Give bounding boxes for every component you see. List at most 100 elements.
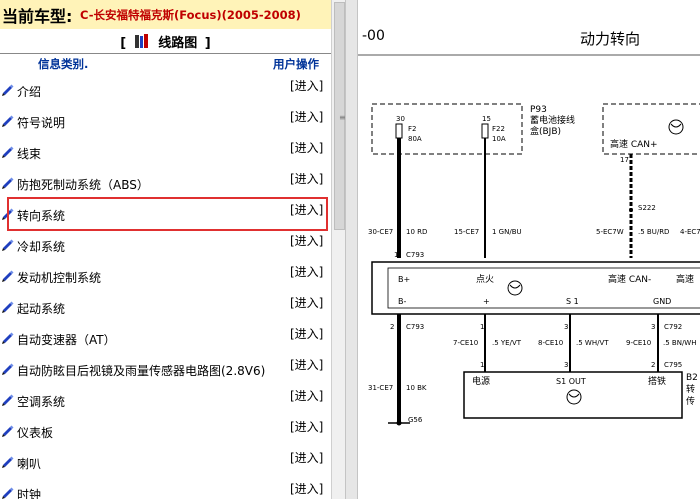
fuse-f2: F2 — [408, 125, 416, 133]
pencil-icon — [2, 487, 14, 499]
wire-10bk: 10 BK — [406, 384, 427, 392]
wiring-book-icon — [134, 34, 148, 48]
label-gnd: GND — [653, 297, 671, 306]
category-label: 符号说明 — [17, 116, 66, 130]
label-s1: S 1 — [566, 297, 579, 306]
category-row[interactable]: 冷却系统 [进入] — [0, 229, 331, 260]
pin-2: 2 — [390, 323, 394, 331]
enter-link[interactable]: [进入] — [290, 108, 323, 125]
section-title-text: 线路图 — [158, 36, 198, 51]
category-scrollbar[interactable]: ≡ — [331, 0, 346, 499]
category-panel: 当前车型: C-长安福特福克斯(Focus)(2005-2008) [ 线路图 … — [0, 0, 331, 499]
enter-link[interactable]: [进入] — [290, 232, 323, 249]
section-title: [ 线路图 ] — [0, 32, 331, 51]
category-row[interactable]: 防抱死制动系统（ABS） [进入] — [0, 167, 331, 198]
b2-line3: 传 — [686, 395, 695, 407]
column-category: 信息类别. — [38, 57, 89, 71]
category-label: 时钟 — [17, 488, 42, 499]
column-headers: 信息类别. 用户操作 — [0, 54, 331, 72]
pin-3c: 3 — [564, 361, 568, 369]
category-label: 自动防眩目后视镜及雨量传感器电路图(2.8V6) — [17, 364, 266, 378]
category-row[interactable]: 喇叭 [进入] — [0, 446, 331, 477]
category-row[interactable]: 符号说明 [进入] — [0, 105, 331, 136]
wire-5whvt: .5 WH/VT — [576, 339, 609, 347]
pin-1c: 1 — [480, 361, 484, 369]
category-label: 防抱死制动系统（ABS） — [17, 178, 149, 192]
label-power: 电源 — [472, 375, 490, 387]
b2-code: B2 — [686, 373, 698, 383]
can-plus-top: 高速 CAN+ — [610, 138, 658, 150]
category-row[interactable]: 起动系统 [进入] — [0, 291, 331, 322]
section-header: [ 线路图 ] — [0, 29, 331, 54]
bracket-left: [ — [120, 36, 127, 51]
scrollbar-thumb[interactable]: ≡ — [334, 2, 346, 230]
wire-4ec7: 4-EC7 — [680, 228, 700, 236]
panel-divider[interactable] — [345, 0, 358, 499]
pin-3: 3 — [564, 323, 568, 331]
enter-link[interactable]: [进入] — [290, 480, 323, 497]
wire-5ec7w: 5-EC7W — [596, 228, 624, 236]
enter-link[interactable]: [进入] — [290, 263, 323, 280]
category-row[interactable]: 线束 [进入] — [0, 136, 331, 167]
wire-1gnbu: 1 GN/BU — [492, 228, 522, 236]
category-label: 发动机控制系统 — [17, 271, 102, 285]
enter-link[interactable]: [进入] — [290, 356, 323, 373]
category-label: 空调系统 — [17, 395, 66, 409]
p93-code: P93 — [530, 105, 547, 115]
ground-g56: G56 — [408, 416, 423, 424]
category-row[interactable]: 自动防眩目后视镜及雨量传感器电路图(2.8V6) [进入] — [0, 353, 331, 384]
label-ground: 搭铁 — [648, 375, 666, 387]
pencil-icon — [2, 115, 14, 127]
selection-highlight — [7, 197, 328, 231]
category-row[interactable]: 介绍 [进入] — [0, 74, 331, 105]
pencil-icon — [2, 239, 14, 251]
wiring-diagram: -00 动力转向 P93 蓄电池接线 盒(BJB) 30 15 F2 80A F… — [358, 0, 700, 499]
pin-3b: 3 — [651, 323, 655, 331]
pencil-icon — [2, 84, 14, 96]
enter-link[interactable]: [进入] — [290, 77, 323, 94]
enter-link[interactable]: [进入] — [290, 170, 323, 187]
wire-9ce10: 9-CE10 — [626, 339, 651, 347]
bracket-right: ] — [204, 36, 211, 51]
category-row[interactable]: 时钟 [进入] — [0, 477, 331, 499]
enter-link[interactable]: [进入] — [290, 387, 323, 404]
label-can-minus: 高速 CAN- — [608, 273, 651, 285]
wire-8ce10: 8-CE10 — [538, 339, 563, 347]
pin-30: 30 — [396, 115, 405, 123]
wire-5yevt: .5 YE/VT — [492, 339, 522, 347]
pencil-icon — [2, 456, 14, 468]
pencil-icon — [2, 301, 14, 313]
category-row[interactable]: 自动变速器（AT） [进入] — [0, 322, 331, 353]
connector-c793-top: C793 — [406, 251, 424, 259]
category-row[interactable]: 发动机控制系统 [进入] — [0, 260, 331, 291]
enter-link[interactable]: [进入] — [290, 418, 323, 435]
category-row[interactable]: 仪表板 [进入] — [0, 415, 331, 446]
wire-15ce7: 15-CE7 — [454, 228, 479, 236]
category-label: 线束 — [17, 147, 42, 161]
category-label: 自动变速器（AT） — [17, 333, 116, 347]
label-plus: + — [483, 297, 490, 306]
label-s1out: S1 OUT — [556, 377, 586, 386]
category-label: 仪表板 — [17, 426, 54, 440]
fuse-f22: F22 — [492, 125, 505, 133]
wire-7ce10: 7-CE10 — [453, 339, 478, 347]
pin-1b: 1 — [480, 323, 484, 331]
enter-link[interactable]: [进入] — [290, 449, 323, 466]
enter-link[interactable]: [进入] — [290, 325, 323, 342]
splice-s222: S222 — [638, 204, 656, 212]
pin-2c: 2 — [651, 361, 655, 369]
enter-link[interactable]: [进入] — [290, 139, 323, 156]
category-label: 喇叭 — [17, 457, 42, 471]
connector-c793-bottom: C793 — [406, 323, 424, 331]
vehicle-label: 当前车型: — [2, 7, 73, 26]
b2-line2: 转 — [686, 383, 695, 395]
pencil-icon — [2, 363, 14, 375]
fuse-f2-amp: 80A — [408, 135, 422, 143]
wire-5burd: .5 BU/RD — [638, 228, 669, 236]
pencil-icon — [2, 394, 14, 406]
category-row[interactable]: 空调系统 [进入] — [0, 384, 331, 415]
enter-link[interactable]: [进入] — [290, 294, 323, 311]
wire-31ce7: 31-CE7 — [368, 384, 393, 392]
pencil-icon — [2, 332, 14, 344]
label-bplus: B+ — [398, 275, 410, 284]
